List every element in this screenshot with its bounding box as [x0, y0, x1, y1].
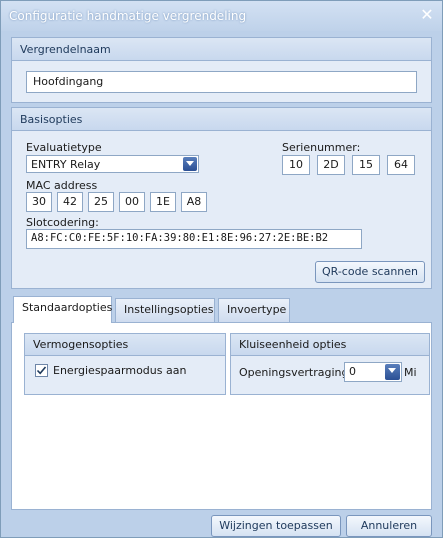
close-icon[interactable]: ✕: [418, 6, 436, 24]
serial-number-label: Serienummer:: [282, 141, 361, 154]
scan-qr-button[interactable]: QR-code scannen: [315, 261, 425, 283]
mac-field-6[interactable]: A8: [181, 192, 207, 212]
tab-settings-options[interactable]: Instellingsopties: [115, 298, 215, 322]
lock-name-group: Vergrendelnaam Hoofdingang: [11, 37, 432, 103]
tab-input-type[interactable]: Invoertype: [218, 298, 290, 322]
power-options-group: Vermogensopties Energiespaarmodus aan: [24, 333, 226, 395]
opening-delay-label: Openingsvertraging: [239, 366, 349, 379]
evaluation-type-label: Evaluatietype: [26, 141, 102, 154]
serial-field-2[interactable]: 2D: [317, 155, 345, 175]
serial-field-4[interactable]: 64: [387, 155, 415, 175]
power-saving-label: Energiespaarmodus aan: [53, 364, 187, 377]
lock-name-input[interactable]: Hoofdingang: [26, 71, 417, 93]
title-bar: Configuratie handmatige vergrendeling ✕: [1, 1, 442, 31]
chevron-down-icon[interactable]: [385, 364, 400, 380]
evaluation-type-select[interactable]: ENTRY Relay: [26, 155, 199, 173]
chevron-down-icon[interactable]: [183, 157, 197, 171]
apply-changes-button[interactable]: Wijzingen toepassen: [211, 515, 341, 537]
slot-coding-label: Slotcodering:: [26, 216, 99, 229]
evaluation-type-value: ENTRY Relay: [31, 158, 101, 171]
dialog-window: Configuratie handmatige vergrendeling ✕ …: [0, 0, 443, 538]
serial-field-3[interactable]: 15: [352, 155, 380, 175]
mac-field-5[interactable]: 1E: [150, 192, 176, 212]
tab-panel: Vermogensopties Energiespaarmodus aan Kl…: [11, 322, 432, 510]
power-options-header: Vermogensopties: [25, 334, 225, 356]
opening-delay-select[interactable]: 0: [344, 362, 402, 382]
basic-options-group: Basisopties Evaluatietype ENTRY Relay Se…: [11, 107, 432, 289]
serial-field-1[interactable]: 10: [282, 155, 310, 175]
mac-address-label: MAC address: [26, 179, 98, 192]
vault-options-header: Kluiseenheid opties: [231, 334, 429, 356]
power-saving-checkbox[interactable]: [35, 364, 48, 377]
vault-options-group: Kluiseenheid opties Openingsvertraging 0…: [230, 333, 430, 395]
checkmark-icon: [36, 366, 47, 375]
lock-name-header: Vergrendelnaam: [12, 38, 431, 61]
mac-field-2[interactable]: 42: [57, 192, 83, 212]
tab-standard-options[interactable]: Standaardopties: [13, 296, 112, 323]
delay-unit-label: Mi: [404, 366, 417, 379]
mac-field-3[interactable]: 25: [88, 192, 114, 212]
window-title: Configuratie handmatige vergrendeling: [9, 9, 247, 23]
basic-options-header: Basisopties: [12, 108, 431, 131]
mac-field-4[interactable]: 00: [119, 192, 145, 212]
mac-field-1[interactable]: 30: [26, 192, 52, 212]
slot-coding-input[interactable]: A8:FC:C0:FE:5F:10:FA:39:80:E1:8E:96:27:2…: [26, 229, 362, 249]
opening-delay-value: 0: [349, 365, 356, 378]
cancel-button[interactable]: Annuleren: [346, 515, 432, 537]
